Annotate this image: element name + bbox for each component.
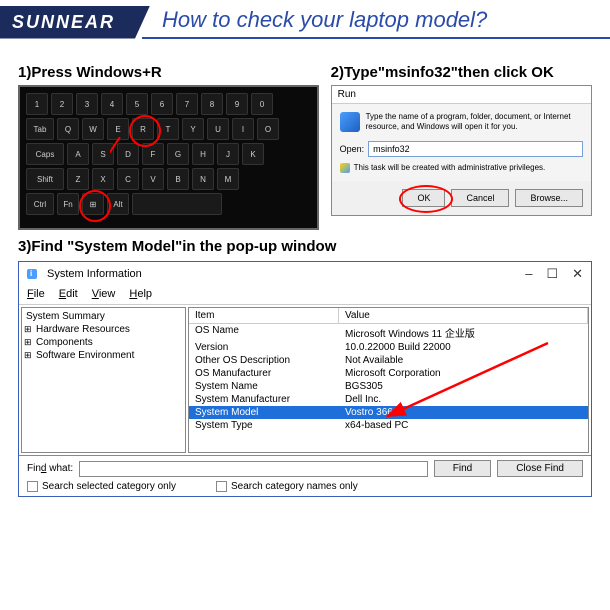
system-information-window: System Information – ☐ ✕ File Edit View … — [18, 261, 592, 497]
tree-item[interactable]: Hardware Resources — [24, 323, 183, 336]
ok-button[interactable]: OK — [402, 189, 445, 207]
step2-label: 2)Type"msinfo32"then click OK — [331, 64, 592, 81]
col-value[interactable]: Value — [339, 308, 588, 323]
open-label: Open: — [340, 144, 365, 154]
grid-row[interactable]: OS ManufacturerMicrosoft Corporation — [189, 367, 588, 380]
grid-row[interactable]: Version10.0.22000 Build 22000 — [189, 341, 588, 354]
find-input[interactable] — [79, 461, 428, 477]
run-icon — [340, 112, 360, 132]
tree-item[interactable]: Components — [24, 336, 183, 349]
window-title: System Information — [47, 268, 142, 280]
chk2-label: Search category names only — [231, 481, 358, 492]
grid-row[interactable]: System ModelVostro 3669 — [189, 406, 588, 419]
grid-row[interactable]: Other OS DescriptionNot Available — [189, 354, 588, 367]
tree-item[interactable]: Software Environment — [24, 349, 183, 362]
keyboard-arrow — [110, 137, 190, 217]
close-button[interactable]: ✕ — [572, 266, 583, 282]
close-find-button[interactable]: Close Find — [497, 460, 583, 477]
search-names-checkbox[interactable] — [216, 481, 227, 492]
keyboard-image: 1234567890 TabQWERTYUIO CapsASDFGHJK Shi… — [18, 85, 319, 230]
brand-badge: SUNNEAR — [0, 6, 150, 39]
run-dialog: Run Type the name of a program, folder, … — [331, 85, 592, 216]
open-input[interactable] — [368, 141, 583, 157]
step3-label: 3)Find "System Model"in the pop-up windo… — [0, 238, 610, 261]
grid-row[interactable]: System NameBGS305 — [189, 380, 588, 393]
grid-row[interactable]: OS NameMicrosoft Windows 11 企业版 — [189, 324, 588, 341]
menu-view[interactable]: View — [92, 288, 116, 300]
shield-icon — [340, 163, 350, 173]
step1-label: 1)Press Windows+R — [18, 64, 319, 81]
grid-row[interactable]: System Typex64-based PC — [189, 419, 588, 432]
tree-root[interactable]: System Summary — [24, 310, 183, 323]
find-button[interactable]: Find — [434, 460, 491, 477]
windows-key: ⊞ — [82, 193, 104, 215]
menu-file[interactable]: File — [27, 288, 45, 300]
search-category-checkbox[interactable] — [27, 481, 38, 492]
run-title: Run — [332, 86, 591, 104]
cancel-button[interactable]: Cancel — [451, 189, 509, 207]
minimize-button[interactable]: – — [525, 266, 532, 282]
chk1-label: Search selected category only — [42, 481, 176, 492]
page-title: How to check your laptop model? — [142, 5, 610, 39]
col-item[interactable]: Item — [189, 308, 339, 323]
sysinfo-icon — [27, 267, 41, 281]
details-grid[interactable]: Item Value OS NameMicrosoft Windows 11 企… — [188, 307, 589, 453]
menu-bar: File Edit View Help — [19, 286, 591, 305]
maximize-button[interactable]: ☐ — [546, 266, 558, 282]
browse-button[interactable]: Browse... — [515, 189, 583, 207]
find-label: Find what: — [27, 463, 73, 474]
tree-panel[interactable]: System Summary Hardware Resources Compon… — [21, 307, 186, 453]
grid-row[interactable]: System ManufacturerDell Inc. — [189, 393, 588, 406]
run-description: Type the name of a program, folder, docu… — [366, 112, 583, 133]
menu-help[interactable]: Help — [129, 288, 152, 300]
menu-edit[interactable]: Edit — [59, 288, 78, 300]
privilege-text: This task will be created with administr… — [354, 163, 546, 172]
